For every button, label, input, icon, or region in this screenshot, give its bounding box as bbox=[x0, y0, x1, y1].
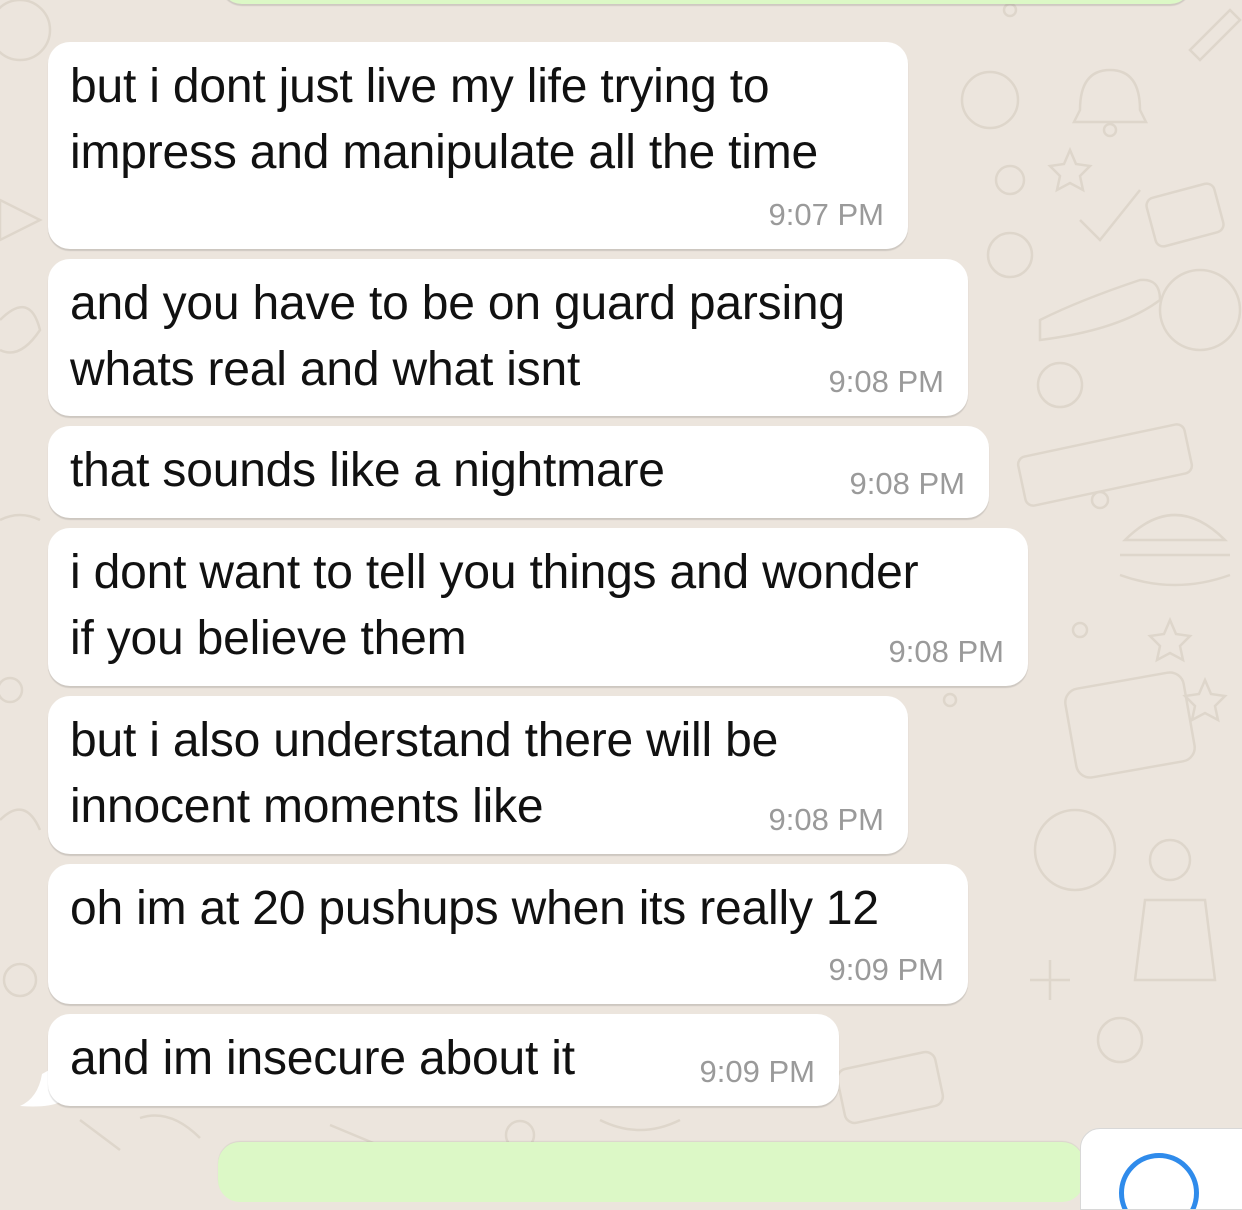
doodle-plane-icon bbox=[0, 198, 43, 242]
message-bubble[interactable]: and im insecure about it 9:09 PM bbox=[48, 1014, 839, 1106]
doodle-star-icon bbox=[1047, 146, 1093, 193]
outgoing-bubble-partial bbox=[220, 0, 1192, 4]
message-text: oh im at 20 pushups when its really 12 bbox=[70, 882, 879, 935]
doodle-cat-icon bbox=[1033, 808, 1117, 892]
doodle-card-icon bbox=[1145, 182, 1225, 248]
message-timestamp: 9:09 PM bbox=[828, 952, 944, 987]
doodle-arc-icon bbox=[0, 808, 42, 831]
doodle-star-icon bbox=[1147, 616, 1193, 663]
message-timestamp: 9:08 PM bbox=[828, 364, 944, 399]
doodle-dot-icon bbox=[1071, 621, 1089, 639]
doodle-speech-icon bbox=[1036, 361, 1084, 409]
doodle-star-icon bbox=[1182, 676, 1228, 723]
doodle-line-icon bbox=[0, 513, 41, 522]
doodle-check-icon bbox=[1079, 189, 1141, 242]
scroll-down-button[interactable] bbox=[1080, 1128, 1242, 1210]
doodle-dot-icon bbox=[1090, 490, 1110, 510]
outgoing-bubble-partial bbox=[218, 1142, 1084, 1202]
doodle-shoe-icon bbox=[1038, 278, 1162, 342]
doodle-leaf-icon bbox=[0, 305, 42, 354]
doodle-pin-icon bbox=[994, 164, 1026, 196]
message-timestamp: 9:08 PM bbox=[768, 802, 884, 837]
message-text: that sounds like a nightmare bbox=[70, 444, 665, 497]
doodle-plus-icon bbox=[1030, 960, 1070, 1000]
message-timestamp: 9:08 PM bbox=[849, 466, 965, 501]
message-text: and you have to be on guard parsing what… bbox=[70, 277, 845, 396]
message-bubble[interactable]: but i also understand there will be inno… bbox=[48, 696, 908, 854]
circle-icon bbox=[1119, 1153, 1199, 1209]
doodle-circle-icon bbox=[0, 0, 52, 62]
message-text: but i dont just live my life trying to i… bbox=[70, 60, 819, 179]
doodle-clock-icon bbox=[836, 1050, 945, 1125]
doodle-ball-icon bbox=[986, 231, 1034, 279]
doodle-dot-icon bbox=[942, 692, 958, 708]
message-bubble[interactable]: and you have to be on guard parsing what… bbox=[48, 259, 968, 416]
doodle-circle-icon bbox=[960, 70, 1020, 130]
doodle-dot-icon bbox=[1002, 2, 1018, 18]
message-text: i dont want to tell you things and wonde… bbox=[70, 546, 919, 665]
message-text: but i also understand there will be inno… bbox=[70, 714, 779, 833]
message-timestamp: 9:08 PM bbox=[888, 634, 1004, 669]
message-timestamp: 9:09 PM bbox=[699, 1054, 815, 1089]
message-bubble[interactable]: oh im at 20 pushups when its really 12 9… bbox=[48, 864, 968, 1004]
doodle-circle-icon bbox=[1096, 1016, 1144, 1064]
doodle-ring-icon bbox=[1148, 838, 1192, 882]
doodle-bag-icon bbox=[1133, 898, 1217, 982]
doodle-avatar-icon bbox=[1158, 268, 1242, 352]
doodle-bell-icon bbox=[1071, 68, 1149, 138]
doodle-circle-icon bbox=[0, 676, 24, 704]
doodle-phone-icon bbox=[1064, 671, 1196, 779]
message-bubble[interactable]: but i dont just live my life trying to i… bbox=[48, 42, 908, 249]
message-text: and im insecure about it bbox=[70, 1032, 575, 1085]
doodle-pencil-icon bbox=[1188, 8, 1242, 62]
doodle-burger-icon bbox=[1119, 513, 1231, 587]
doodle-circle-icon bbox=[2, 962, 38, 998]
message-bubble[interactable]: i dont want to tell you things and wonde… bbox=[48, 528, 1028, 686]
message-timestamp: 9:07 PM bbox=[768, 197, 884, 232]
message-bubble[interactable]: that sounds like a nightmare 9:08 PM bbox=[48, 426, 989, 518]
